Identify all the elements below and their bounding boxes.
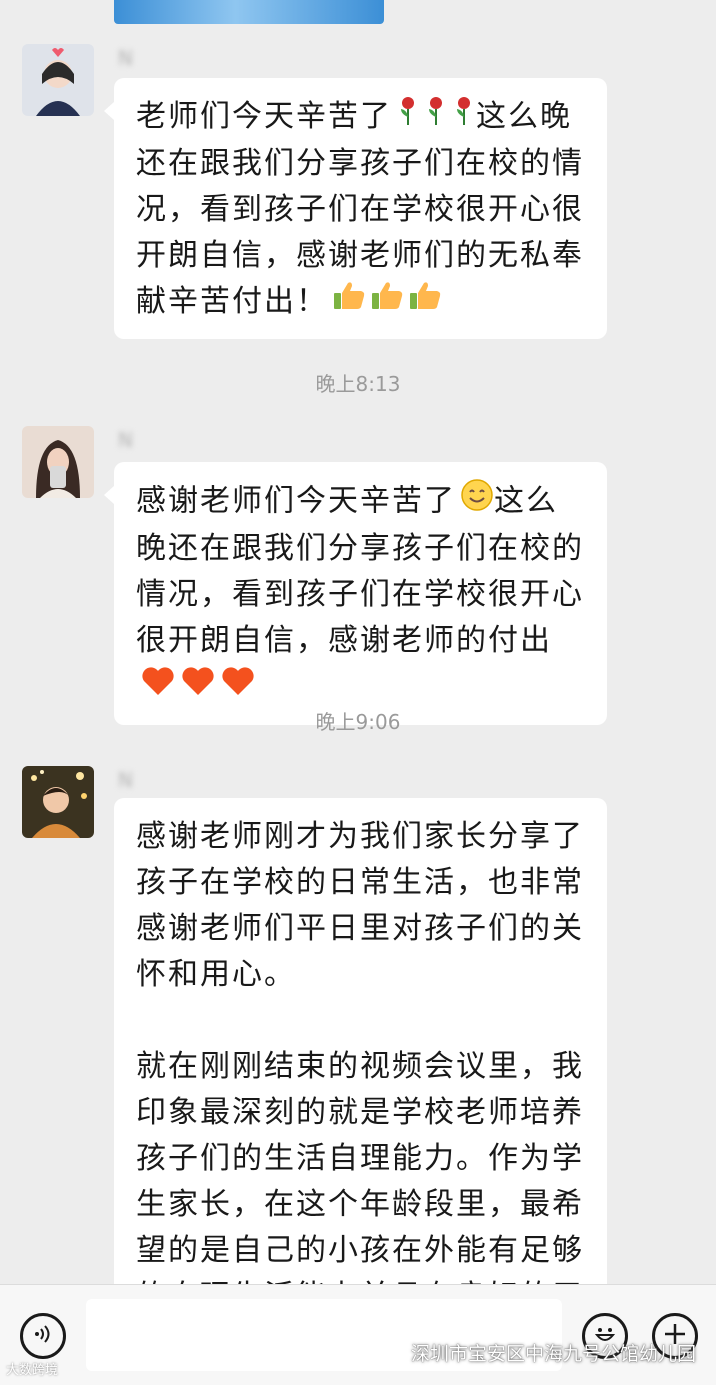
message-bubble[interactable]: 感谢老师刚才为我们家长分享了孩子在学校的日常生活，也非常感谢老师们平日里对孩子们… bbox=[114, 798, 607, 1318]
message-bubble[interactable]: 老师们今天辛苦了 这么晚还在跟我们分享孩子们在校的情况，看到孩子们在学校很开心很开… bbox=[104, 78, 607, 339]
rose-icon bbox=[452, 95, 476, 141]
rose-icon bbox=[424, 95, 448, 141]
message-text: 感谢老师们今天辛苦了 这么晚还在跟我们分享孩子们在校的情况，看到孩子们在学校很开心… bbox=[136, 478, 585, 711]
voice-icon bbox=[32, 1323, 54, 1349]
avatar[interactable] bbox=[22, 44, 94, 116]
timestamp: 晚上9:06 bbox=[315, 710, 401, 734]
thumbs-up-icon bbox=[408, 279, 442, 325]
message-text: 感谢老师刚才为我们家长分享了孩子在学校的日常生活，也非常感谢老师们平日里对孩子们… bbox=[136, 819, 584, 992]
message-bubble[interactable]: 感谢老师们今天辛苦了 这么晚还在跟我们分享孩子们在校的情况，看到孩子们在学校很开心… bbox=[104, 462, 607, 725]
smile-icon bbox=[460, 478, 494, 526]
previous-message-card[interactable] bbox=[114, 0, 384, 24]
chat-input-bar bbox=[0, 1284, 716, 1385]
avatar[interactable] bbox=[22, 426, 94, 498]
thumbs-up-icon bbox=[332, 279, 366, 325]
account-watermark: 深圳市宝安区中海九号公馆幼儿园 bbox=[410, 1343, 696, 1365]
source-watermark: 大数跨境 bbox=[6, 1363, 59, 1378]
heart-icon bbox=[220, 665, 256, 711]
heart-icon bbox=[180, 665, 216, 711]
message-text: 就在刚刚结束的视频会议里，我印象最深刻的就是学校老师培养孩子们的生活自理能力。作… bbox=[136, 1049, 584, 1314]
heart-icon bbox=[140, 665, 176, 711]
thumbs-up-icon bbox=[370, 279, 404, 325]
message-text: 老师们今天辛苦了 这么晚还在跟我们分享孩子们在校的情况，看到孩子们在学校很开心很开… bbox=[136, 94, 585, 325]
timestamp: 晚上8:13 bbox=[315, 372, 401, 396]
avatar[interactable] bbox=[22, 766, 94, 838]
sender-name: N bbox=[118, 46, 133, 70]
voice-button[interactable] bbox=[20, 1313, 66, 1359]
sender-name: N bbox=[118, 768, 133, 792]
sender-name: N bbox=[118, 428, 133, 452]
rose-icon bbox=[396, 95, 420, 141]
